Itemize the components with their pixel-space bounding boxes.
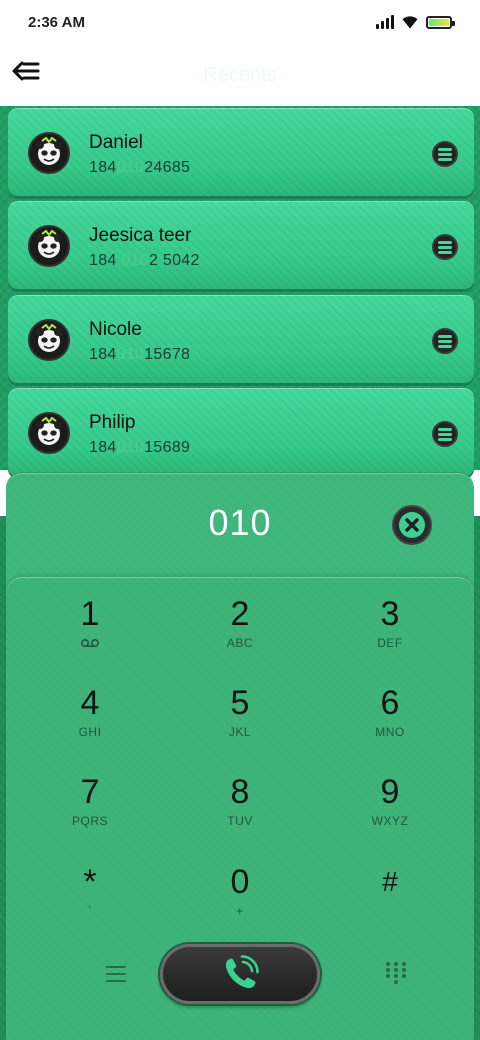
call-button[interactable] — [160, 944, 320, 1004]
contact-name: Nicole — [89, 319, 142, 340]
key-4[interactable]: 4 GHI — [30, 683, 150, 763]
contact-number: 18401015689 — [89, 439, 191, 456]
key-letters: + — [236, 904, 244, 918]
key-8[interactable]: 8 TUV — [180, 772, 300, 852]
contact-name: Philip — [89, 412, 136, 433]
clear-button[interactable] — [392, 505, 432, 545]
list-item[interactable]: Daniel 18401024685 — [8, 108, 474, 196]
key-letters: JKL — [228, 725, 252, 739]
contact-menu-button[interactable] — [432, 328, 458, 354]
signal-icon — [376, 15, 394, 29]
contact-number: 18401024685 — [89, 159, 191, 176]
key-digit: 9 — [380, 773, 400, 811]
key-letters: WXYZ — [371, 814, 409, 828]
list-item[interactable]: Jeesica teer 184 0102 5042 — [8, 201, 474, 289]
key-digit: 0 — [230, 863, 250, 901]
key-3[interactable]: 3 DEF — [330, 594, 450, 674]
contact-name: Daniel — [89, 132, 143, 153]
phone-call-icon — [225, 955, 259, 989]
key-digit: 6 — [380, 684, 400, 722]
header: Recents — [0, 44, 480, 106]
menu-icon — [106, 966, 126, 968]
key-digit: 5 — [230, 684, 250, 722]
key-letters: ABC — [226, 636, 254, 650]
key-letters: GHI — [78, 725, 102, 739]
back-button[interactable] — [8, 58, 42, 84]
contact-menu-button[interactable] — [432, 234, 458, 260]
contact-menu-button[interactable] — [432, 421, 458, 447]
battery-icon — [426, 15, 455, 29]
contact-name: Jeesica teer — [89, 225, 192, 246]
dialed-number[interactable]: 010 — [208, 502, 271, 544]
key-7[interactable]: 7 PQRS — [30, 772, 150, 852]
panda-avatar-icon — [28, 319, 70, 361]
key-hash[interactable]: # — [330, 862, 450, 942]
key-letters: PQRS — [71, 814, 108, 828]
list-item[interactable]: Nicole 18401015678 — [8, 295, 474, 383]
key-0[interactable]: 0 + — [180, 862, 300, 942]
contact-number: 184 0102 5042 — [89, 252, 200, 269]
key-1[interactable]: 1 — [30, 594, 150, 674]
key-digit: 3 — [380, 595, 400, 633]
key-digit: # — [382, 866, 398, 897]
key-letters: DEF — [377, 636, 403, 650]
key-digit: 4 — [80, 684, 100, 722]
key-2[interactable]: 2 ABC — [180, 594, 300, 674]
key-5[interactable]: 5 JKL — [180, 683, 300, 763]
key-6[interactable]: 6 MNO — [330, 683, 450, 763]
key-digit: 2 — [230, 595, 250, 633]
key-letters: TUV — [227, 814, 253, 828]
contact-menu-button[interactable] — [432, 141, 458, 167]
clear-icon — [399, 512, 425, 538]
key-digit: 1 — [80, 595, 100, 633]
page-title: Recents — [203, 63, 277, 86]
key-9[interactable]: 9 WXYZ — [330, 772, 450, 852]
key-digit: 7 — [80, 773, 100, 811]
panda-avatar-icon — [28, 225, 70, 267]
status-time: 2:36 AM — [28, 13, 85, 31]
wifi-icon — [402, 15, 418, 28]
status-icons — [376, 15, 455, 29]
dialpad-icon[interactable] — [384, 960, 408, 986]
key-letters: , — [88, 896, 92, 910]
panda-avatar-icon — [28, 132, 70, 174]
list-item[interactable]: Philip 18401015689 — [8, 388, 474, 476]
voicemail-icon — [80, 638, 100, 648]
menu-button[interactable] — [102, 962, 130, 986]
panda-avatar-icon — [28, 412, 70, 454]
status-bar: 2:36 AM — [0, 0, 480, 44]
key-letters: MNO — [375, 725, 405, 739]
key-digit: 8 — [230, 773, 250, 811]
contact-number: 18401015678 — [89, 346, 191, 363]
key-star[interactable]: * , — [30, 862, 150, 942]
back-arrow-icon — [12, 61, 40, 81]
